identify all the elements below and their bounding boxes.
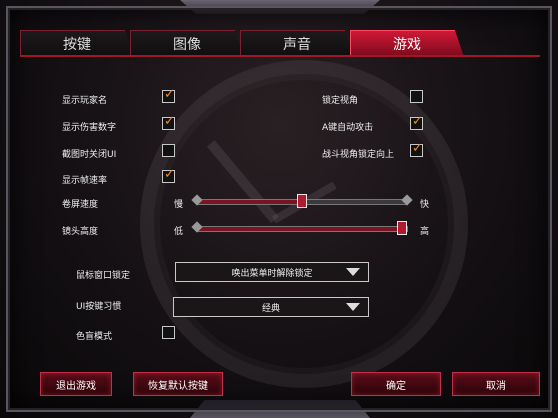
combat-camera-lock-checkbox[interactable]: ✓	[410, 141, 423, 157]
option-label: 显示伤害数字	[62, 123, 117, 133]
check-icon: ✓	[164, 114, 175, 129]
option-label: 截图时关闭UI	[62, 150, 117, 160]
slider-fill	[197, 227, 402, 231]
show-framerate-checkbox[interactable]: ✓	[162, 167, 175, 183]
scroll-speed-slider[interactable]	[191, 194, 413, 208]
option-label: A键自动攻击	[322, 123, 374, 133]
dropdown-value: 经典	[261, 303, 280, 314]
exit-game-button[interactable]: 退出游戏	[40, 372, 112, 396]
hide-ui-screenshot-checkbox[interactable]	[162, 144, 175, 157]
check-icon: ✓	[164, 87, 175, 102]
colorblind-mode-checkbox[interactable]	[162, 326, 175, 339]
show-player-name-checkbox[interactable]: ✓	[162, 87, 175, 103]
option-label: 色盲模式	[76, 332, 113, 342]
slider-thumb[interactable]	[397, 221, 407, 235]
slider-max-label: 高	[420, 227, 430, 237]
mouse-lock-dropdown[interactable]: 唤出菜单时解除锁定	[175, 262, 369, 282]
slider-min-label: 慢	[174, 200, 184, 210]
chevron-down-icon	[346, 268, 360, 276]
button-label: 取消	[486, 380, 506, 392]
chevron-down-icon	[346, 303, 360, 311]
confirm-button[interactable]: 确定	[351, 372, 441, 396]
option-label: 战斗视角锁定向上	[322, 150, 395, 160]
slider-min-label: 低	[174, 227, 184, 237]
button-label: 确定	[386, 380, 406, 392]
cancel-button[interactable]: 取消	[452, 372, 540, 396]
show-damage-numbers-checkbox[interactable]: ✓	[162, 114, 175, 130]
check-icon: ✓	[164, 167, 175, 182]
slider-end	[401, 194, 413, 206]
ui-keybind-style-dropdown[interactable]: 经典	[173, 297, 369, 317]
slider-fill	[197, 200, 302, 204]
check-icon: ✓	[412, 114, 423, 129]
lock-camera-checkbox[interactable]	[410, 90, 423, 103]
slider-label: 镜头高度	[62, 227, 99, 237]
game-settings-panel: 显示玩家名 ✓ 显示伤害数字 ✓ 截图时关闭UI 显示帧速率 ✓ 锁定视角 A键…	[0, 0, 558, 418]
slider-label: 卷屏速度	[62, 200, 99, 210]
auto-attack-checkbox[interactable]: ✓	[410, 114, 423, 130]
slider-max-label: 快	[420, 200, 430, 210]
reset-default-keys-button[interactable]: 恢复默认按键	[133, 372, 223, 396]
dropdown-label: UI按键习惯	[76, 302, 122, 312]
dropdown-value: 唤出菜单时解除锁定	[231, 268, 313, 279]
slider-thumb[interactable]	[297, 194, 307, 208]
dropdown-label: 鼠标窗口锁定	[76, 271, 131, 281]
button-label: 退出游戏	[56, 380, 96, 392]
option-label: 显示玩家名	[62, 96, 108, 106]
check-icon: ✓	[412, 141, 423, 156]
button-label: 恢复默认按键	[148, 380, 208, 392]
option-label: 显示帧速率	[62, 176, 108, 186]
option-label: 锁定视角	[322, 96, 359, 106]
camera-height-slider[interactable]	[191, 221, 408, 235]
